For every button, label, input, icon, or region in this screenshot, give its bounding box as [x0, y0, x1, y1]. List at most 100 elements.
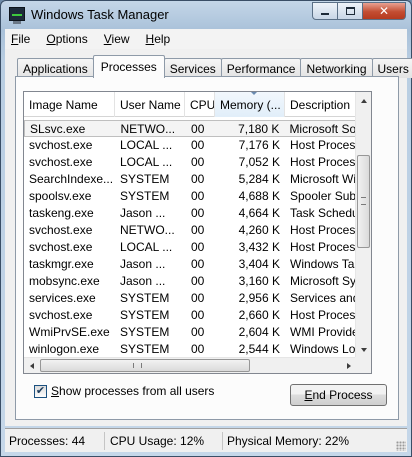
menu-options[interactable]: Options	[46, 32, 87, 46]
table-row[interactable]: svchost.exe LOCAL ... 00 3,432 K Host Proces…	[24, 239, 357, 256]
tab-processes[interactable]: Processes	[92, 55, 165, 78]
cell-memory: 7,180 K	[238, 122, 280, 136]
sort-descending-icon	[251, 92, 257, 95]
arrow-up-icon	[360, 98, 367, 103]
column-description[interactable]: Description	[285, 92, 357, 117]
cell-cpu: 00	[191, 257, 205, 271]
tab-strip: Applications Processes Services Performa…	[17, 55, 412, 78]
table-row[interactable]: SearchIndexe... SYSTEM 00 5,284 K Microsoft …	[24, 171, 357, 188]
table-row[interactable]: svchost.exe SYSTEM 00 2,660 K Host Process f…	[24, 307, 357, 324]
menu-options-label: ptions	[55, 32, 88, 46]
column-image-name[interactable]: Image Name	[24, 92, 115, 117]
show-all-accel: S	[51, 384, 60, 398]
tab-services[interactable]: Services	[163, 58, 222, 78]
cell-image-name: spoolsv.exe	[29, 189, 92, 203]
cell-memory: 7,176 K	[238, 138, 280, 152]
column-memory-label: Memory (...	[220, 97, 281, 112]
cell-image-name: SearchIndexe...	[29, 172, 114, 186]
cell-memory: 5,284 K	[238, 172, 280, 186]
cell-memory: 2,660 K	[238, 308, 280, 322]
cell-description: Host Process for	[290, 138, 357, 152]
table-row[interactable]: SLsvc.exe NETWO... 00 7,180 K Microsoft Soft…	[24, 120, 357, 137]
process-list[interactable]: Image Name User Name CPU Memory (... Des…	[23, 91, 372, 374]
table-row[interactable]: svchost.exe NETWO... 00 4,260 K Host Process…	[24, 222, 357, 239]
cell-description: Spooler SubSystem	[290, 189, 357, 203]
cell-cpu: 00	[191, 189, 205, 203]
cell-image-name: taskmgr.exe	[29, 257, 94, 271]
tab-performance[interactable]: Performance	[220, 58, 302, 78]
tab-applications[interactable]: Applications	[17, 58, 94, 78]
table-row[interactable]: taskmgr.exe Jason ... 00 3,404 K Windows Tas…	[24, 256, 357, 273]
table-row[interactable]: services.exe SYSTEM 00 2,956 K Services and …	[24, 290, 357, 307]
cell-cpu: 00	[191, 342, 205, 356]
menu-view-accel: V	[103, 32, 112, 46]
close-button[interactable]: ✕	[363, 2, 406, 20]
menu-view[interactable]: View	[104, 32, 130, 46]
column-cpu[interactable]: CPU	[185, 92, 215, 117]
task-manager-icon	[9, 7, 25, 24]
table-row[interactable]: mobsync.exe Jason ... 00 3,160 K Microsoft S…	[24, 273, 357, 290]
cell-image-name: WmiPrvSE.exe	[29, 325, 110, 339]
client-area: Applications Processes Services Performa…	[5, 49, 412, 426]
cell-user-name: LOCAL ...	[120, 138, 173, 152]
vertical-scroll-thumb[interactable]	[357, 155, 370, 248]
cell-memory: 2,604 K	[238, 325, 280, 339]
end-process-label: nd Process	[312, 388, 373, 402]
cell-memory: 2,956 K	[238, 291, 280, 305]
cell-cpu: 00	[191, 122, 205, 136]
cell-memory: 3,404 K	[238, 257, 280, 271]
column-user-name[interactable]: User Name	[115, 92, 185, 117]
cell-user-name: SYSTEM	[120, 189, 170, 203]
table-row[interactable]: svchost.exe LOCAL ... 00 7,052 K Host Proces…	[24, 154, 357, 171]
status-physical-memory: Physical Memory: 22%	[227, 433, 350, 448]
horizontal-scroll-thumb[interactable]	[40, 359, 250, 372]
cell-user-name: Jason ...	[120, 206, 166, 220]
show-all-processes-option[interactable]: ✔ Show processes from all users	[34, 384, 214, 398]
cell-memory: 4,688 K	[238, 189, 280, 203]
cell-memory: 4,664 K	[238, 206, 280, 220]
maximize-icon	[345, 7, 355, 15]
cell-memory: 3,432 K	[238, 240, 280, 254]
show-all-label[interactable]: Show processes from all users	[51, 384, 214, 398]
tab-users[interactable]: Users	[371, 58, 412, 78]
menu-help[interactable]: Help	[146, 32, 171, 46]
column-memory[interactable]: Memory (...	[215, 92, 285, 117]
table-row[interactable]: svchost.exe LOCAL ... 00 7,176 K Host Proces…	[24, 137, 357, 154]
status-cpu-usage: CPU Usage: 12%	[105, 431, 223, 450]
cell-image-name: SLsvc.exe	[30, 122, 86, 136]
table-row[interactable]: WmiPrvSE.exe SYSTEM 00 2,604 K WMI Provider	[24, 324, 357, 341]
cell-user-name: NETWO...	[120, 122, 176, 136]
cell-image-name: svchost.exe	[29, 240, 93, 254]
cell-memory: 4,260 K	[238, 223, 280, 237]
show-all-checkbox[interactable]: ✔	[34, 384, 47, 398]
resize-grip[interactable]	[396, 441, 406, 451]
menu-bar: File Options View Help	[5, 29, 407, 49]
cell-cpu: 00	[191, 206, 205, 220]
cell-image-name: svchost.exe	[29, 155, 93, 169]
cell-description: Microsoft Sync	[290, 274, 357, 288]
table-row[interactable]: spoolsv.exe SYSTEM 00 4,688 K Spooler SubSys…	[24, 188, 357, 205]
cell-image-name: mobsync.exe	[29, 274, 100, 288]
cell-description: Task Scheduler	[290, 206, 357, 220]
scroll-up-button[interactable]	[356, 92, 371, 109]
maximize-button[interactable]	[338, 2, 363, 20]
table-row[interactable]: taskeng.exe Jason ... 00 4,664 K Task Schedu…	[24, 205, 357, 222]
menu-help-accel: H	[145, 32, 155, 46]
scroll-left-button[interactable]	[24, 358, 40, 373]
tab-networking[interactable]: Networking	[300, 58, 373, 78]
minimize-button[interactable]	[312, 2, 338, 20]
arrow-down-icon	[360, 347, 367, 352]
table-row[interactable]: winlogon.exe SYSTEM 00 2,544 K Windows Logon	[24, 341, 357, 358]
scroll-down-button[interactable]	[356, 341, 371, 358]
vertical-scrollbar[interactable]	[355, 92, 371, 358]
cell-description: Windows Logon	[290, 342, 357, 356]
cell-cpu: 00	[191, 291, 205, 305]
cell-image-name: svchost.exe	[29, 223, 93, 237]
menu-file[interactable]: File	[11, 32, 30, 46]
horizontal-scrollbar[interactable]	[24, 357, 357, 373]
title-bar[interactable]: Windows Task Manager ✕	[1, 1, 411, 29]
end-process-button[interactable]: End Process	[290, 384, 387, 406]
cell-cpu: 00	[191, 155, 205, 169]
cell-image-name: taskeng.exe	[29, 206, 94, 220]
cell-description: Windows Task	[290, 257, 357, 271]
